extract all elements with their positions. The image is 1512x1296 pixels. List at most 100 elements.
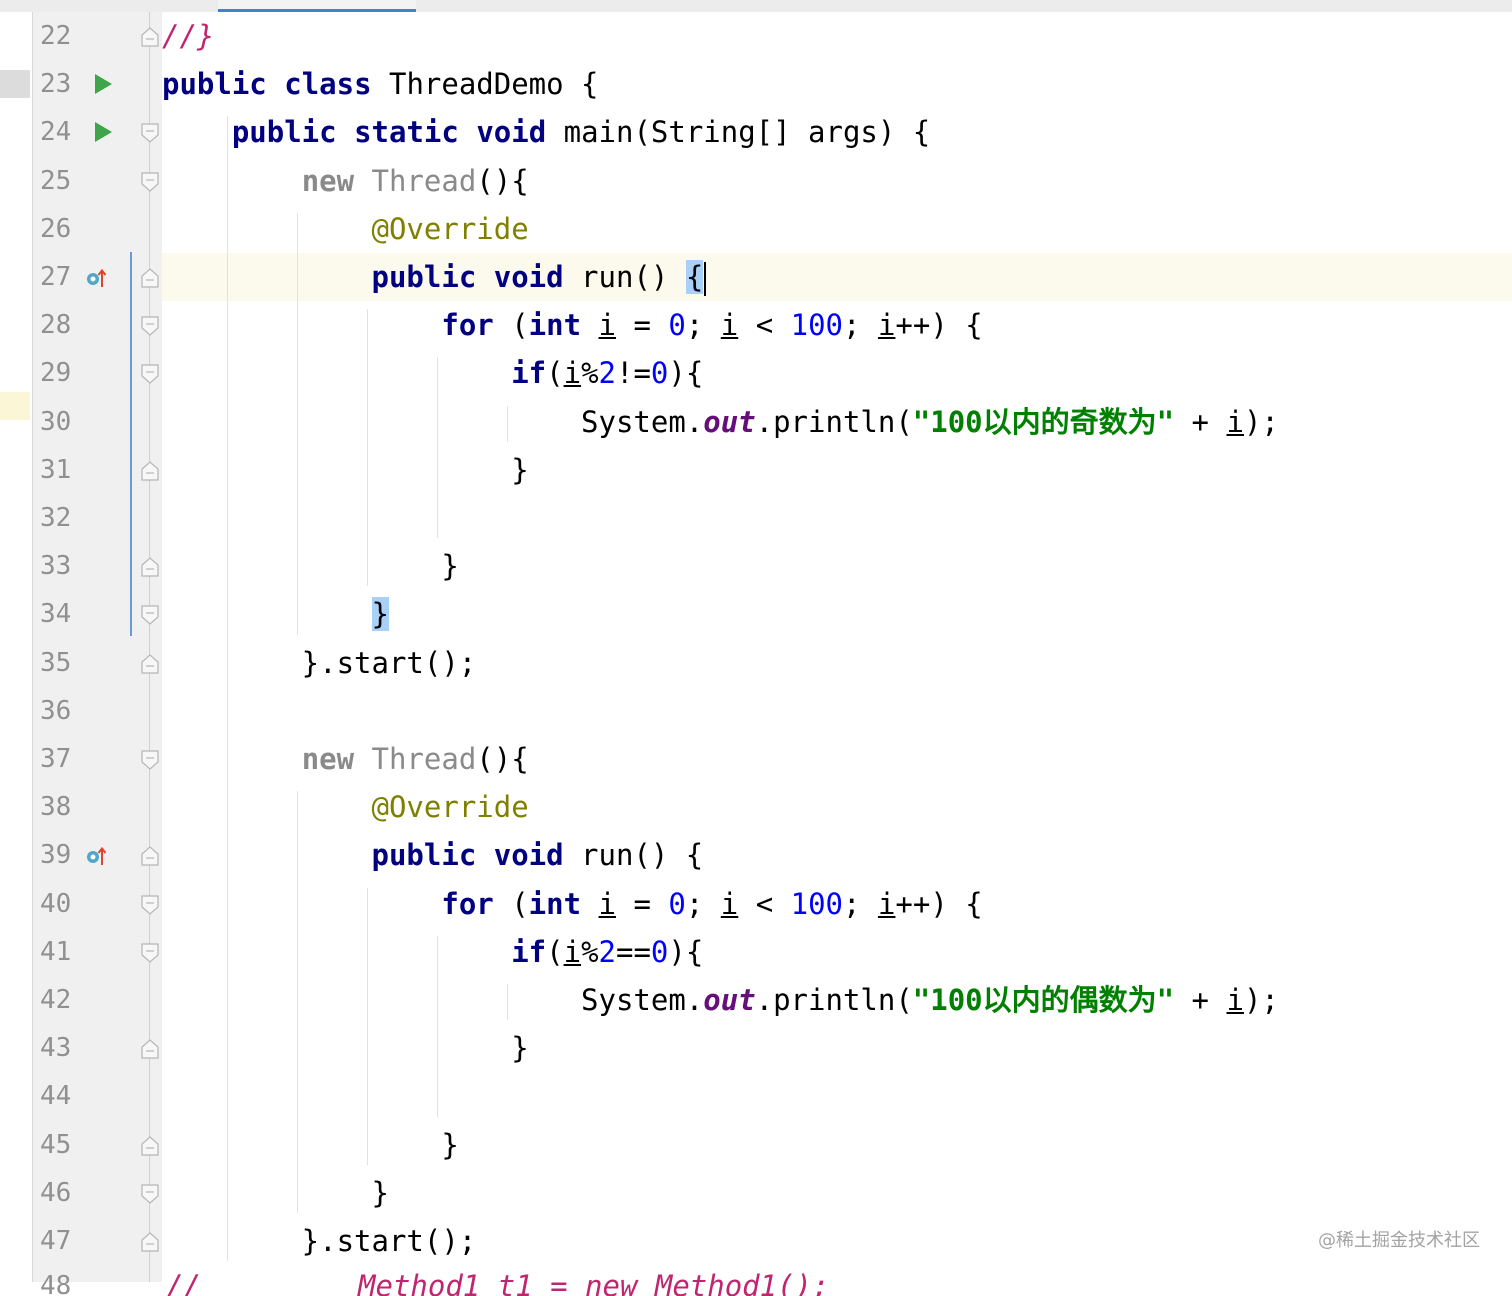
code-token: ); — [1243, 404, 1279, 439]
code-token: System. — [162, 983, 704, 1017]
code-token: ( — [493, 308, 529, 343]
text-caret — [704, 262, 707, 296]
editor-tab-previous[interactable] — [0, 0, 210, 12]
fold-end-icon[interactable] — [140, 653, 160, 675]
code-line-22[interactable]: 22 //} — [0, 12, 1512, 60]
code-token: ++) { — [895, 308, 983, 343]
fold-collapse-icon[interactable] — [140, 1183, 160, 1205]
code-line-text[interactable]: System.out.println("100以内的奇数为" + i); — [162, 400, 1279, 444]
code-token: } — [371, 597, 389, 632]
indent-guide — [507, 405, 508, 442]
fold-end-icon[interactable] — [140, 1231, 160, 1253]
line-number: 28 — [40, 310, 72, 341]
code-token: 2 — [598, 356, 616, 391]
code-line-text[interactable]: @Override — [162, 207, 529, 251]
code-token: main(String[] args) { — [546, 115, 931, 150]
line-number: 41 — [40, 936, 72, 967]
code-token: 0 — [668, 308, 686, 343]
fold-collapse-icon[interactable] — [140, 942, 160, 964]
editor-tab-active[interactable] — [218, 0, 416, 12]
fold-collapse-icon[interactable] — [140, 749, 160, 771]
run-icon[interactable] — [95, 74, 112, 95]
fold-end-icon[interactable] — [140, 267, 160, 289]
code-line-text[interactable]: if(i%2!=0){ — [162, 351, 703, 395]
fold-end-icon[interactable] — [140, 1135, 160, 1157]
code-token: } — [162, 1127, 459, 1162]
vcs-change-marker[interactable] — [130, 252, 132, 636]
code-token: i — [1226, 404, 1244, 439]
code-token: ; — [843, 308, 878, 343]
code-token: == — [616, 934, 651, 969]
code-line-text[interactable]: public void run() { — [162, 255, 707, 299]
code-line-text[interactable]: for (int i = 0; i < 100; i++) { — [162, 882, 982, 926]
code-line-text[interactable]: } — [162, 1026, 528, 1070]
code-token: }.start(); — [162, 645, 477, 680]
code-token: run() { — [563, 838, 704, 873]
code-token: (){ — [476, 163, 529, 198]
code-token: } — [162, 549, 459, 584]
code-token: void — [493, 838, 564, 873]
code-line-text[interactable]: new Thread(){ — [162, 159, 529, 203]
code-token: 100 — [790, 308, 844, 343]
line-number: 42 — [40, 985, 72, 1015]
code-token: = — [616, 886, 669, 921]
code-token: for — [441, 308, 494, 343]
code-line-text[interactable]: public class ThreadDemo { — [162, 62, 599, 106]
code-token: ( — [546, 934, 564, 969]
fold-collapse-icon[interactable] — [140, 894, 160, 916]
line-number: 45 — [40, 1129, 72, 1160]
code-line-text[interactable]: if(i%2==0){ — [162, 930, 703, 974]
code-line-text[interactable]: }.start(); — [162, 1219, 477, 1263]
fold-collapse-icon[interactable] — [140, 171, 160, 193]
fold-end-icon[interactable] — [140, 845, 160, 867]
code-line-23[interactable]: 23 public class ThreadDemo { — [0, 60, 1512, 108]
fold-collapse-icon[interactable] — [140, 122, 160, 144]
indent-guide — [507, 984, 508, 1021]
code-line-text[interactable]: System.out.println("100以内的偶数为" + i); — [162, 978, 1279, 1022]
line-number: 26 — [40, 213, 72, 244]
code-token: ; — [685, 886, 721, 921]
code-line-text[interactable]: } — [162, 544, 459, 588]
fold-end-icon[interactable] — [140, 1038, 160, 1060]
fold-end-icon[interactable] — [140, 556, 160, 578]
line-number: 30 — [40, 406, 72, 437]
code-line-text[interactable]: new Thread(){ — [162, 737, 529, 781]
code-token: .println( — [755, 404, 913, 439]
line-number: 36 — [40, 695, 72, 726]
code-line-text[interactable]: @Override — [162, 785, 529, 829]
code-token: static — [354, 115, 459, 150]
code-token: new — [301, 163, 355, 198]
fold-end-icon[interactable] — [140, 26, 160, 48]
code-token: 0 — [650, 934, 669, 969]
code-token: i — [720, 886, 739, 921]
fold-collapse-icon[interactable] — [140, 363, 160, 385]
code-token: @Override — [371, 211, 529, 246]
code-token: new — [301, 742, 355, 776]
run-icon[interactable] — [95, 122, 112, 143]
code-line-text[interactable]: } — [162, 1123, 459, 1167]
code-line-text[interactable]: } — [162, 448, 528, 492]
code-line-text[interactable]: public void run() { — [162, 833, 704, 877]
code-token: i — [1226, 983, 1244, 1017]
code-line-text[interactable]: } — [162, 592, 389, 636]
code-token: public — [162, 67, 267, 102]
override-method-icon[interactable] — [86, 845, 106, 867]
code-token: ThreadDemo { — [371, 67, 599, 102]
fold-collapse-icon[interactable] — [140, 604, 160, 626]
override-method-icon[interactable] — [86, 267, 106, 289]
code-line-text[interactable]: for (int i = 0; i < 100; i++) { — [162, 303, 983, 347]
code-line-text[interactable]: //} — [162, 14, 214, 58]
code-line-text[interactable]: }.start(); — [162, 641, 477, 685]
code-line-text[interactable]: public static void main(String[] args) { — [162, 110, 930, 154]
fold-end-icon[interactable] — [140, 460, 160, 482]
line-number: 31 — [40, 454, 72, 485]
code-line-text[interactable]: } — [162, 1171, 389, 1215]
code-token: ( — [493, 886, 529, 921]
code-token: public — [371, 838, 477, 873]
fold-collapse-icon[interactable] — [140, 315, 160, 337]
